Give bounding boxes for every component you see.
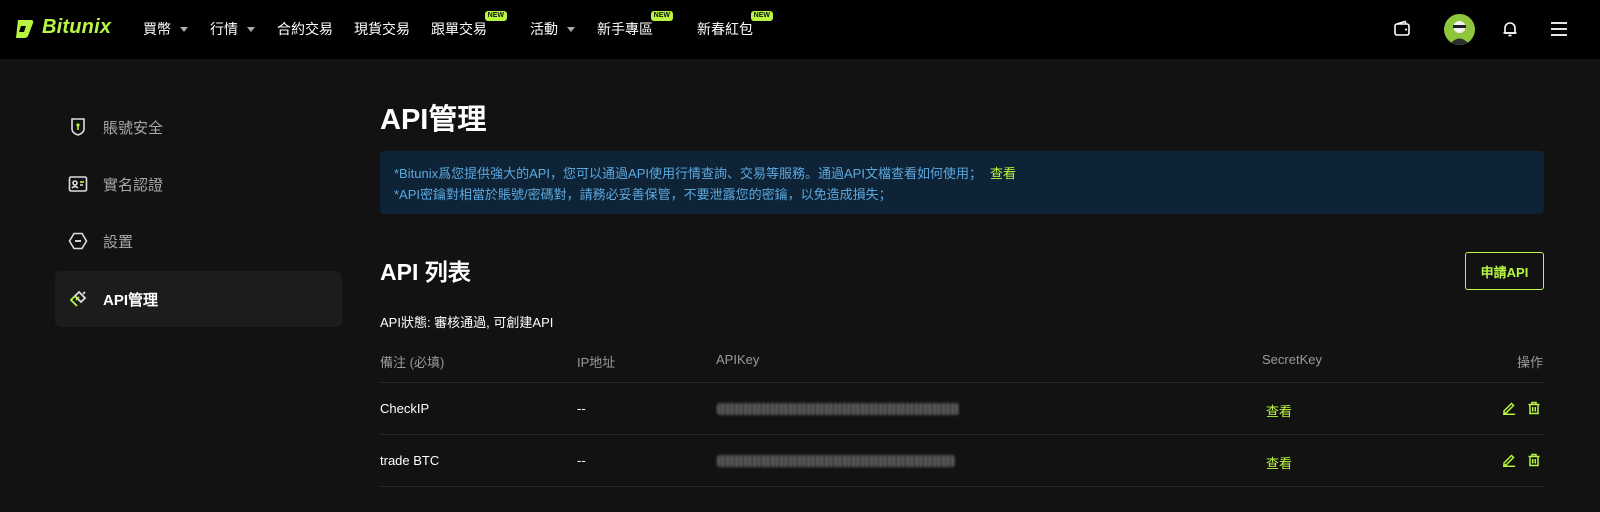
nav-label: 活動 (530, 21, 558, 37)
row-divider (380, 486, 1544, 487)
edit-icon[interactable] (1500, 399, 1518, 417)
masked-api-key (717, 403, 959, 415)
column-header-ip: IP地址 (577, 355, 616, 370)
shield-icon (67, 116, 89, 138)
sidebar-item-label: API管理 (103, 291, 159, 309)
section-title: API 列表 (380, 259, 471, 285)
nav-events[interactable]: 活動 (530, 19, 575, 39)
nav-label: 跟單交易 (431, 21, 487, 37)
settings-icon (67, 230, 89, 252)
page-title: API管理 (380, 104, 487, 136)
nav-markets[interactable]: 行情 (210, 19, 255, 39)
wallet-icon[interactable] (1390, 17, 1414, 41)
row-note: CheckIP (380, 401, 430, 416)
notice-line-2: *API密鑰對相當於賬號/密碼對，請務必妥善保管，不要泄露您的密鑰，以免造成損失… (394, 187, 892, 202)
bitunix-logo-icon (16, 19, 34, 38)
sidebar-item-label: 賬號安全 (103, 119, 164, 137)
new-badge: NEW (650, 11, 673, 21)
sidebar-item-identity-verification[interactable]: 實名認證 (55, 156, 342, 212)
menu-icon[interactable] (1547, 17, 1571, 41)
notice-line-1: *Bitunix爲您提供強大的API，您可以通過API使用行情查詢、交易等服務。… (394, 163, 1530, 184)
nav-beginner-zone[interactable]: 新手專區 NEW (597, 11, 673, 39)
api-notice-box: *Bitunix爲您提供強大的API，您可以通過API使用行情查詢、交易等服務。… (380, 151, 1544, 214)
nav-spot[interactable]: 現貨交易 (354, 19, 410, 39)
row-divider (380, 382, 1544, 383)
chevron-down-icon (180, 26, 188, 32)
sidebar-item-label: 實名認證 (103, 176, 164, 194)
edit-icon[interactable] (1500, 451, 1518, 469)
nav-label: 新春紅包 (697, 21, 753, 37)
sidebar-item-api-management[interactable]: API管理 (55, 271, 342, 327)
sidebar-item-account-security[interactable]: 賬號安全 (55, 99, 342, 155)
nav-futures[interactable]: 合約交易 (277, 19, 333, 39)
column-header-secretkey: SecretKey (1262, 352, 1322, 367)
view-secret-key-link[interactable]: 查看 (1266, 453, 1292, 472)
bell-icon[interactable] (1498, 17, 1522, 41)
row-divider (380, 434, 1544, 435)
nav-label: 合約交易 (277, 21, 333, 37)
nav-buy-crypto[interactable]: 買幣 (143, 19, 188, 39)
sidebar-item-label: 設置 (103, 233, 134, 251)
nav-label: 現貨交易 (354, 21, 410, 37)
apply-api-button[interactable]: 申請API (1465, 252, 1544, 290)
nav-copy-trading[interactable]: 跟單交易 NEW (431, 11, 507, 39)
row-ip: -- (577, 453, 586, 468)
chevron-down-icon (247, 26, 255, 32)
chevron-down-icon (567, 26, 575, 32)
bitunix-logo[interactable]: Bitunix (14, 16, 111, 39)
api-link-icon (67, 288, 89, 310)
row-note: trade BTC (380, 453, 440, 468)
top-navigation-bar: Bitunix 買幣 行情 合約交易 現貨交易 跟單交易 NEW 活動 新手專區… (0, 0, 1600, 59)
api-status-text: API狀態: 審核通過, 可創建API (380, 315, 554, 330)
id-card-icon (67, 173, 89, 195)
column-header-note: 備注 (必填) (380, 355, 445, 370)
nav-label: 買幣 (143, 21, 171, 37)
logo-text: Bitunix (42, 16, 112, 38)
masked-api-key (717, 455, 955, 467)
delete-icon[interactable] (1525, 451, 1543, 469)
sidebar-item-settings[interactable]: 設置 (55, 213, 342, 269)
avatar[interactable] (1444, 14, 1475, 45)
view-docs-link[interactable]: 查看 (990, 166, 1016, 181)
view-secret-key-link[interactable]: 查看 (1266, 401, 1292, 420)
delete-icon[interactable] (1525, 399, 1543, 417)
nav-new-year-red-packet[interactable]: 新春紅包 NEW (697, 11, 773, 39)
row-ip: -- (577, 401, 586, 416)
nav-label: 行情 (210, 21, 238, 37)
column-header-apikey: APIKey (716, 352, 760, 367)
column-header-actions: 操作 (1517, 355, 1544, 370)
nav-label: 新手專區 (597, 21, 653, 37)
new-badge: NEW (484, 11, 507, 21)
notice-text: *Bitunix爲您提供強大的API，您可以通過API使用行情查詢、交易等服務。… (394, 166, 982, 181)
new-badge: NEW (750, 11, 773, 21)
